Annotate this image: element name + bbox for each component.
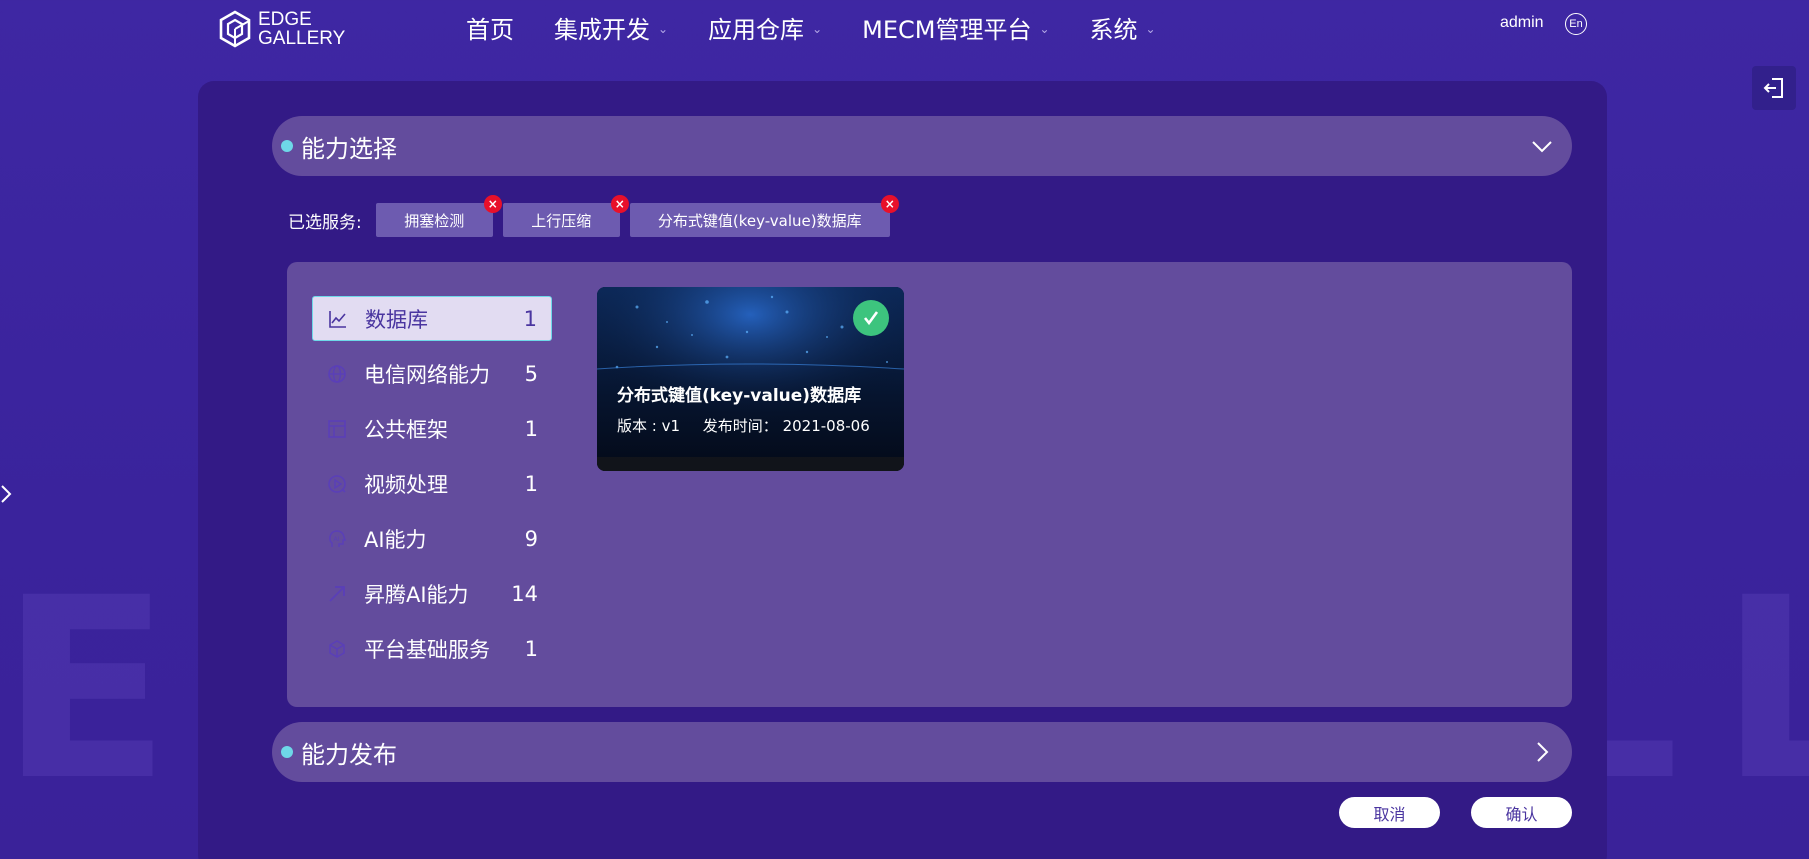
chevron-down-icon: ⌄ xyxy=(1145,22,1156,36)
category-ascend-ai[interactable]: 昇腾AI能力 14 xyxy=(312,571,552,616)
selected-services-label: 已选服务: xyxy=(288,212,362,233)
nav-home[interactable]: 首页 xyxy=(466,10,514,44)
nav-integration-dev[interactable]: 集成开发 ⌄ xyxy=(554,10,668,44)
category-label: 公共框架 xyxy=(364,417,448,442)
section-dot-icon xyxy=(281,140,293,152)
logout-icon xyxy=(1763,78,1783,98)
layout-icon xyxy=(326,418,348,440)
category-label: 数据库 xyxy=(365,307,428,332)
category-label: 电信网络能力 xyxy=(364,362,490,387)
logo-line-2: GALLERY xyxy=(258,28,346,49)
user-name[interactable]: admin xyxy=(1500,14,1544,32)
category-platform[interactable]: 平台基础服务 1 xyxy=(312,626,552,671)
cube-icon xyxy=(326,638,348,660)
chevron-down-icon: ⌄ xyxy=(658,22,669,36)
category-telecom[interactable]: 电信网络能力 5 xyxy=(312,351,552,396)
logo-line-1: EDGE xyxy=(258,9,312,30)
selected-tag: 上行压缩 × xyxy=(502,195,629,237)
nav-system-label: 系统 xyxy=(1089,15,1138,44)
edge-gallery-logo[interactable]: EDGE GALLERY xyxy=(218,10,345,48)
service-card[interactable]: 分布式键值(key-value)数据库 版本 : v1 发布时间： 2021-0… xyxy=(597,287,904,471)
category-count: 1 xyxy=(524,416,538,441)
globe-icon xyxy=(326,363,348,385)
nav-mecm-label: MECM管理平台 xyxy=(862,15,1032,44)
sidebar-expand-handle[interactable] xyxy=(0,482,14,506)
remove-tag-icon[interactable]: × xyxy=(610,195,629,213)
chevron-down-icon xyxy=(1532,141,1552,153)
category-count: 9 xyxy=(524,526,538,551)
check-icon xyxy=(853,300,889,336)
selected-tag: 拥塞检测 × xyxy=(375,195,502,237)
category-count: 14 xyxy=(511,581,538,606)
nav-mecm[interactable]: MECM管理平台 ⌄ xyxy=(862,10,1049,44)
nav-system[interactable]: 系统 ⌄ xyxy=(1090,10,1156,44)
language-toggle[interactable]: En xyxy=(1565,13,1587,35)
chevron-down-icon: ⌄ xyxy=(812,22,823,36)
cancel-button[interactable]: 取消 xyxy=(1339,797,1440,828)
tag-label: 拥塞检测 xyxy=(404,211,465,230)
category-list: 数据库 1 电信网络能力 5 公共框架 1 视频处理 1 AI AI能力 9 昇… xyxy=(312,296,552,681)
card-meta: 版本 : v1 发布时间： 2021-08-06 xyxy=(617,415,888,436)
category-label: 平台基础服务 xyxy=(364,637,490,662)
category-label: 昇腾AI能力 xyxy=(364,582,469,607)
logo-text: EDGE GALLERY xyxy=(258,10,345,48)
remove-tag-icon[interactable]: × xyxy=(483,195,502,213)
main-nav: 首页 集成开发 ⌄ 应用仓库 ⌄ MECM管理平台 ⌄ 系统 ⌄ xyxy=(466,10,1196,44)
chevron-down-icon: ⌄ xyxy=(1039,22,1050,36)
chevron-right-icon xyxy=(1,485,12,503)
confirm-button[interactable]: 确认 xyxy=(1471,797,1572,828)
nav-app-store[interactable]: 应用仓库 ⌄ xyxy=(708,10,822,44)
svg-text:AI: AI xyxy=(334,536,340,543)
tag-label: 分布式键值(key-value)数据库 xyxy=(657,211,862,230)
line-chart-icon xyxy=(327,308,349,330)
card-publish-date: 发布时间： 2021-08-06 xyxy=(702,417,870,435)
tag-label: 上行压缩 xyxy=(531,211,592,230)
nav-app-store-label: 应用仓库 xyxy=(708,15,805,44)
capability-publish-title: 能力发布 xyxy=(301,740,397,769)
capability-select-header[interactable]: 能力选择 xyxy=(272,116,1572,176)
nav-integration-dev-label: 集成开发 xyxy=(554,15,650,44)
category-video[interactable]: 视频处理 1 xyxy=(312,461,552,506)
capability-select-title: 能力选择 xyxy=(301,134,397,163)
category-count: 1 xyxy=(524,471,538,496)
logout-button[interactable] xyxy=(1752,66,1796,110)
cube-logo-icon xyxy=(219,10,251,48)
video-play-icon xyxy=(326,473,348,495)
ai-head-icon: AI xyxy=(326,528,348,550)
chevron-right-icon xyxy=(1537,742,1549,762)
arrow-up-right-icon xyxy=(326,583,348,605)
capability-publish-header[interactable]: 能力发布 xyxy=(272,722,1572,782)
category-count: 1 xyxy=(523,306,537,331)
category-label: AI能力 xyxy=(364,527,427,552)
category-ai[interactable]: AI AI能力 9 xyxy=(312,516,552,561)
category-count: 5 xyxy=(524,361,538,386)
card-title: 分布式键值(key-value)数据库 xyxy=(617,386,862,406)
category-label: 视频处理 xyxy=(364,472,448,497)
selected-services: 已选服务: 拥塞检测 × 上行压缩 × 分布式键值(key-value)数据库 … xyxy=(288,195,900,237)
category-database[interactable]: 数据库 1 xyxy=(312,296,552,341)
category-framework[interactable]: 公共框架 1 xyxy=(312,406,552,451)
category-count: 1 xyxy=(524,636,538,661)
top-header: EDGE GALLERY 首页 集成开发 ⌄ 应用仓库 ⌄ MECM管理平台 ⌄… xyxy=(0,0,1809,56)
section-dot-icon xyxy=(281,746,293,758)
selected-tag: 分布式键值(key-value)数据库 × xyxy=(629,195,899,237)
card-version: 版本 : v1 xyxy=(617,417,681,435)
nav-home-label: 首页 xyxy=(466,15,514,44)
remove-tag-icon[interactable]: × xyxy=(880,195,899,213)
